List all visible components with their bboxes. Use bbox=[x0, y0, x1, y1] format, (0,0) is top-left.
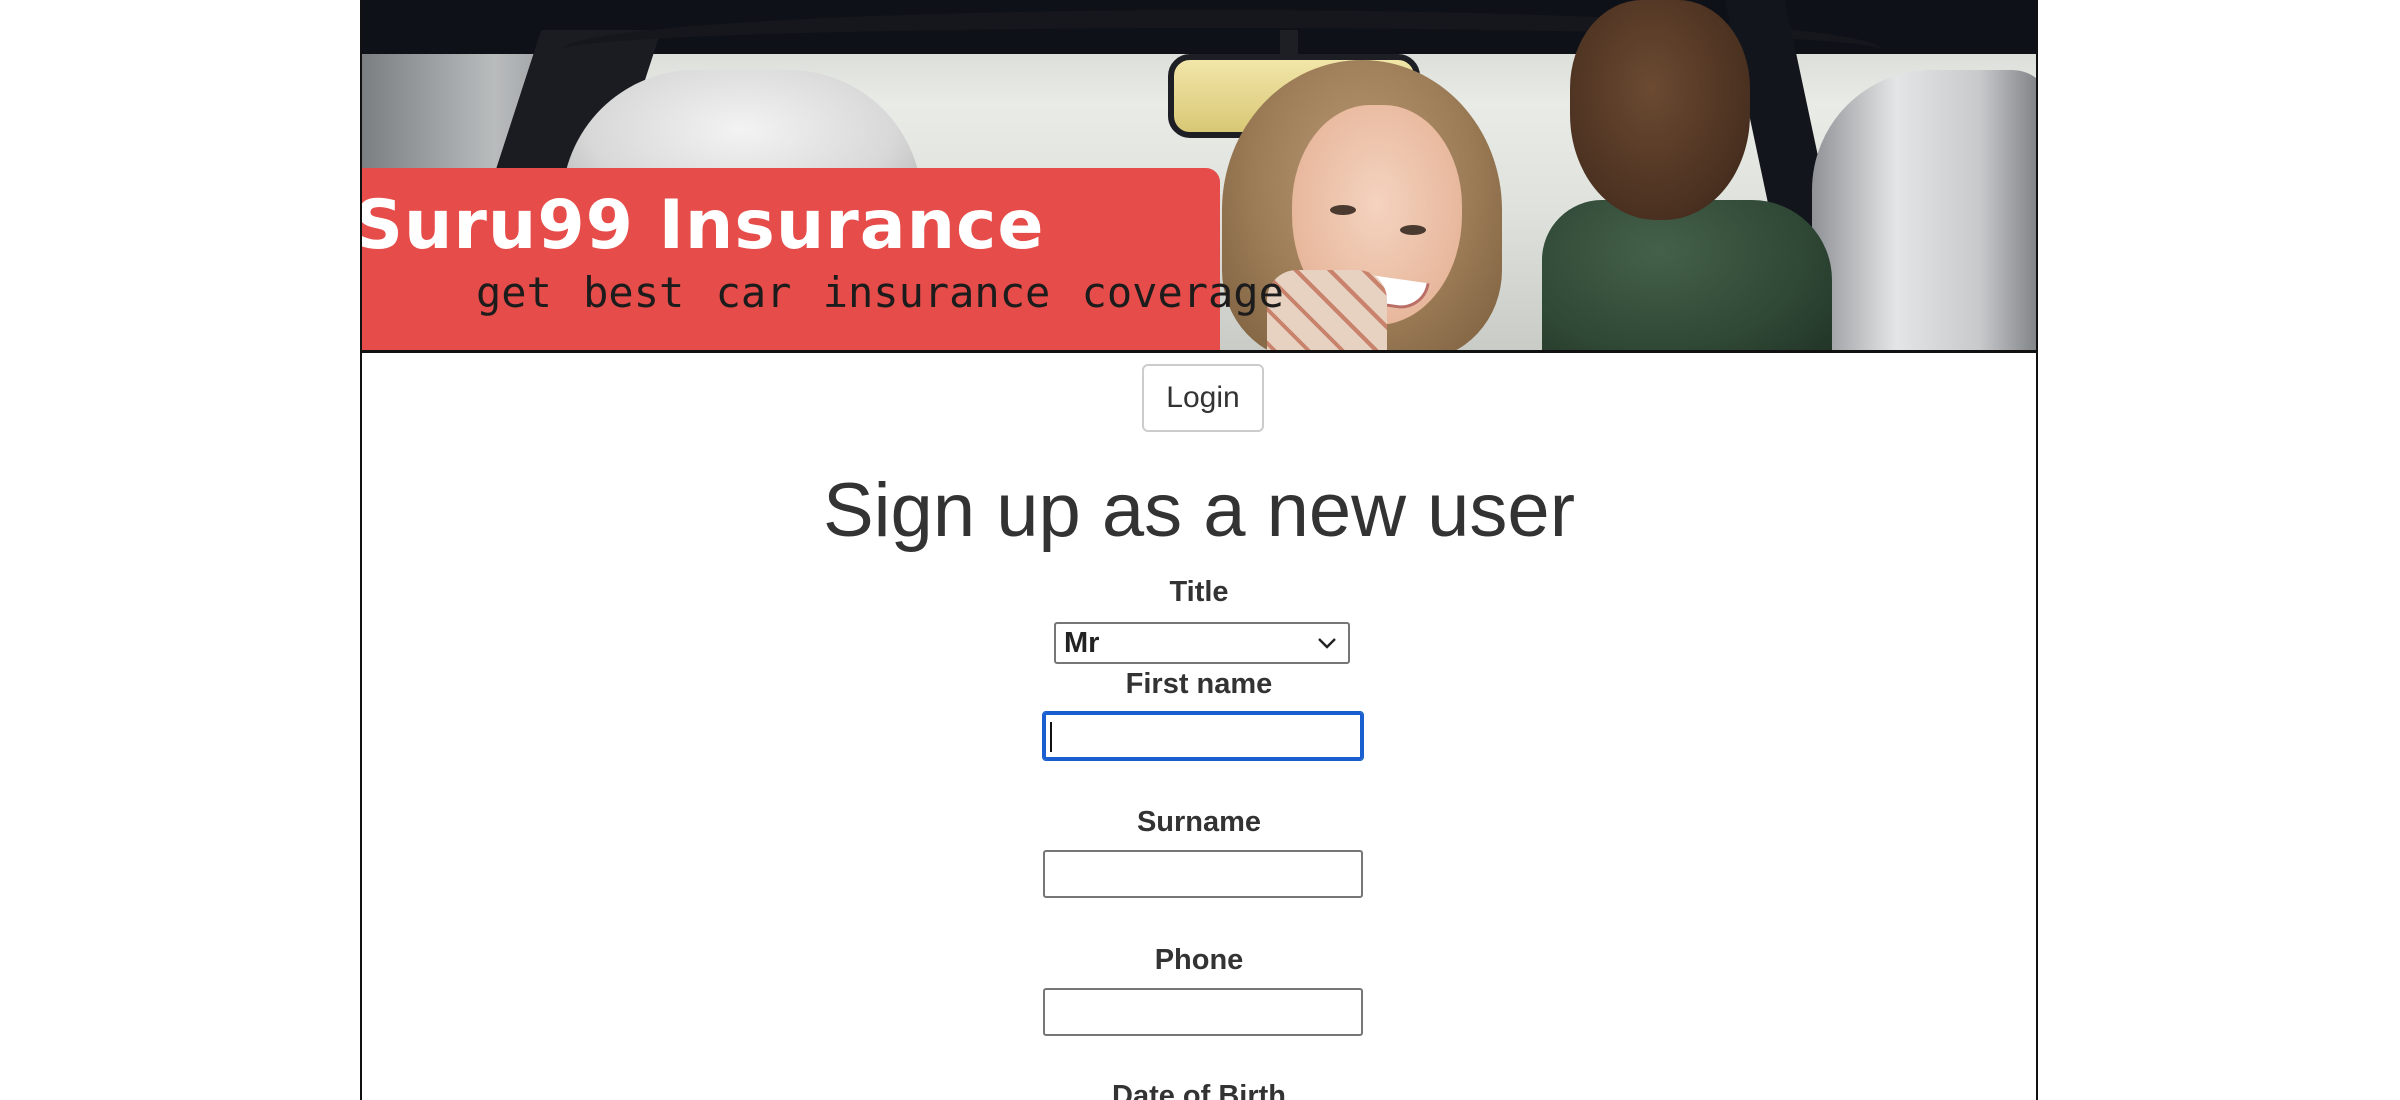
title-select[interactable]: Mr bbox=[1054, 622, 1350, 664]
banner-man-head bbox=[1570, 0, 1750, 220]
date-of-birth-label: Date of Birth bbox=[1112, 1080, 1286, 1100]
banner-car-seat-right bbox=[1812, 70, 2036, 350]
brand-tagline: get best car insurance coverage bbox=[476, 268, 1284, 317]
first-name-field[interactable] bbox=[1042, 711, 1364, 761]
title-label: Title bbox=[1169, 576, 1229, 608]
page-title: Sign up as a new user bbox=[822, 468, 1576, 553]
banner-woman-scarf bbox=[1267, 270, 1387, 350]
surname-field[interactable] bbox=[1043, 850, 1363, 898]
login-button[interactable]: Login bbox=[1142, 364, 1264, 432]
phone-label: Phone bbox=[1154, 944, 1244, 976]
title-select-value: Mr bbox=[1064, 626, 1100, 659]
page-container: Suru99 Insurance get best car insurance … bbox=[360, 0, 2038, 1100]
banner-woman-eye-left bbox=[1330, 205, 1356, 215]
text-cursor bbox=[1050, 722, 1052, 752]
banner-woman-eye-right bbox=[1400, 225, 1426, 235]
banner-man-body bbox=[1542, 200, 1832, 350]
phone-field[interactable] bbox=[1043, 988, 1363, 1036]
brand-logo-text: Suru99 Insurance bbox=[362, 186, 1045, 265]
surname-label: Surname bbox=[1136, 806, 1262, 838]
first-name-label: First name bbox=[1125, 668, 1273, 700]
chevron-down-icon bbox=[1314, 630, 1340, 664]
header-banner: Suru99 Insurance get best car insurance … bbox=[362, 0, 2036, 353]
